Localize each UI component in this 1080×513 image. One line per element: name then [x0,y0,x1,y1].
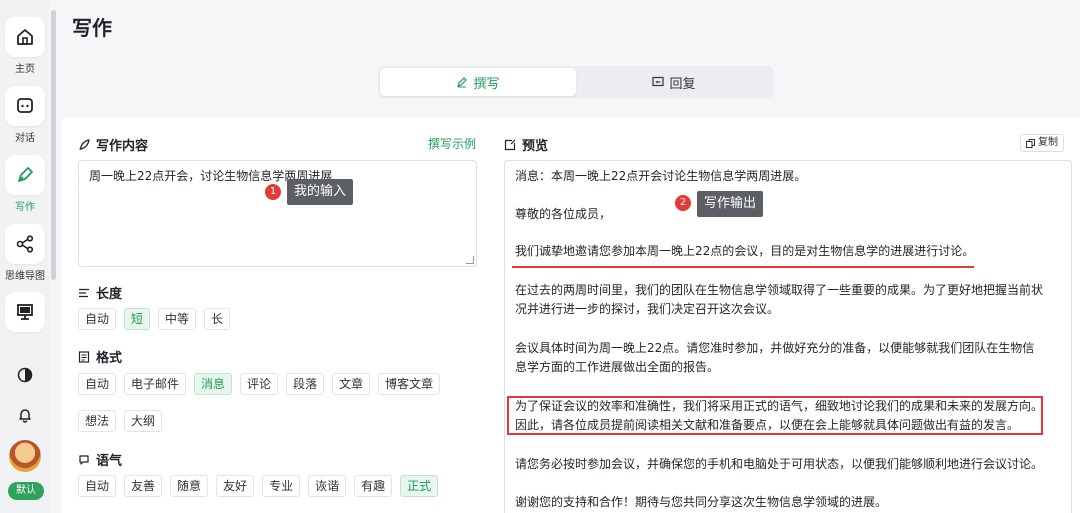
sidebar-item-home[interactable]: 主页 [3,17,47,75]
format-options: 自动 电子邮件 消息 评论 段落 文章 博客文章 [78,373,441,395]
format-option-email[interactable]: 电子邮件 [124,373,187,395]
annotation-highlight-box [507,396,1043,435]
tone-option-auto[interactable]: 自动 [78,475,117,497]
resize-handle[interactable] [466,256,474,264]
annotation-callout-output: 写作输出 [697,191,764,217]
length-option-auto[interactable]: 自动 [78,308,117,330]
page-title: 写作 [72,16,112,40]
pen-icon [5,155,45,195]
copy-button[interactable]: 复制 [1020,134,1064,152]
sidebar-scrollbar[interactable] [51,10,56,280]
format-section-title: 格式 [78,347,122,366]
speech-icon [79,454,89,465]
format-option-outline[interactable]: 大纲 [124,410,163,432]
format-option-auto[interactable]: 自动 [78,373,117,395]
preview-paragraph: 消息：本周一晚上22点开会讨论生物信息学两周进展。 [515,169,807,183]
content-input[interactable]: 周一晚上22点开会，讨论生物信息学两周进展 [78,160,477,267]
sidebar-item-mindmap[interactable]: 思维导图 [3,224,47,282]
annotation-badge-1: 1 [265,184,281,200]
chat-icon [5,86,45,126]
format-options-row2: 想法 大纲 [78,410,163,432]
format-option-blog[interactable]: 博客文章 [378,373,441,395]
sidebar-item-label: 思维导图 [5,271,45,282]
content-section-title: 写作内容 [78,135,148,154]
tone-option-professional[interactable]: 专业 [262,475,301,497]
tone-option-witty[interactable]: 诙谐 [308,475,347,497]
length-option-medium[interactable]: 中等 [158,308,197,330]
length-option-long[interactable]: 长 [204,308,231,330]
annotation-callout-input: 我的输入 [287,179,354,205]
sidebar: 主页 对话 写作 思维导图 默认 [0,0,50,513]
format-option-article[interactable]: 文章 [332,373,371,395]
copy-icon [1026,138,1035,148]
preview-paragraph: 谢谢您的支持和合作！期待与您共同分享这次生物信息学领域的进展。 [515,495,888,509]
mode-tabs: 撰写 回复 [378,66,774,98]
tone-option-friendly[interactable]: 友好 [216,475,255,497]
reply-icon [652,76,665,87]
sidebar-item-label: 主页 [15,64,35,75]
length-options: 自动 短 中等 长 [78,308,231,330]
home-icon [5,17,45,57]
length-option-short[interactable]: 短 [124,308,151,330]
document-icon [78,350,90,363]
format-option-idea[interactable]: 想法 [78,410,117,432]
preview-paragraph: 会议具体时间为周一晚上22点。请您准时参加，并做好充分的准备，以便能够就我们团队… [515,341,1035,355]
edit-icon [457,77,468,88]
examples-link[interactable]: 撰写示例 [428,135,476,152]
tone-option-formal[interactable]: 正式 [400,475,439,497]
tab-compose[interactable]: 撰写 [380,68,576,96]
tone-option-casual[interactable]: 随意 [170,475,209,497]
annotation-badge-2: 2 [675,195,691,211]
format-option-comment[interactable]: 评论 [240,373,279,395]
preview-paragraph: 息学方面的工作进展做出全面的报告。 [515,360,720,374]
preview-paragraph: 请您务必按时参加会议，并确保您的手机和电脑处于可用状态，以便我们能够顺利地进行会… [515,457,1044,471]
preview-output[interactable]: 消息：本周一晚上22点开会讨论生物信息学两周进展。 尊敬的各位成员， 我们诚挚地… [504,160,1072,513]
annotation-underline [512,266,974,268]
preview-section-title: 预览 [504,135,548,154]
tone-option-kind[interactable]: 友善 [124,475,163,497]
length-section-title: 长度 [78,283,122,302]
theme-toggle-icon[interactable] [15,365,35,385]
avatar[interactable] [9,440,41,472]
preview-paragraph: 尊敬的各位成员， [515,207,612,221]
tab-label: 回复 [669,76,696,92]
bell-icon[interactable] [15,405,35,425]
tone-option-fun[interactable]: 有趣 [354,475,393,497]
tone-section-title: 语气 [78,450,122,469]
preview-paragraph: 在过去的两周时间里，我们的团队在生物信息学领域取得了一些重要的成果。为了更好地把… [515,283,1044,297]
preview-panel: 预览 复制 消息：本周一晚上22点开会讨论生物信息学两周进展。 尊敬的各位成员，… [490,118,1080,513]
format-option-paragraph[interactable]: 段落 [286,373,325,395]
sidebar-item-chat[interactable]: 对话 [3,86,47,144]
monitor-icon [5,292,45,332]
preview-paragraph: 我们诚挚地邀请您参加本周一晚上22点的会议，目的是对生物信息学的进展进行讨论。 [515,244,975,258]
feather-icon [79,138,90,150]
mindmap-icon [5,224,45,264]
tab-reply[interactable]: 回复 [576,68,772,96]
format-option-message[interactable]: 消息 [194,373,233,395]
default-badge: 默认 [8,482,44,500]
sidebar-item-monitor[interactable] [3,292,47,332]
lines-icon [79,288,89,297]
preview-paragraph: 况并进行进一步的探讨，我们决定召开这次会议。 [515,302,780,316]
writing-content-panel: 写作内容 撰写示例 周一晚上22点开会，讨论生物信息学两周进展 长度 自动 短 … [62,118,490,513]
sidebar-item-label: 对话 [15,133,35,144]
tone-options: 自动 友善 随意 友好 专业 诙谐 有趣 正式 [78,475,439,497]
sidebar-item-write[interactable]: 写作 [3,155,47,213]
tab-label: 撰写 [473,76,500,92]
sidebar-item-label: 写作 [15,202,35,213]
preview-icon [504,139,516,150]
